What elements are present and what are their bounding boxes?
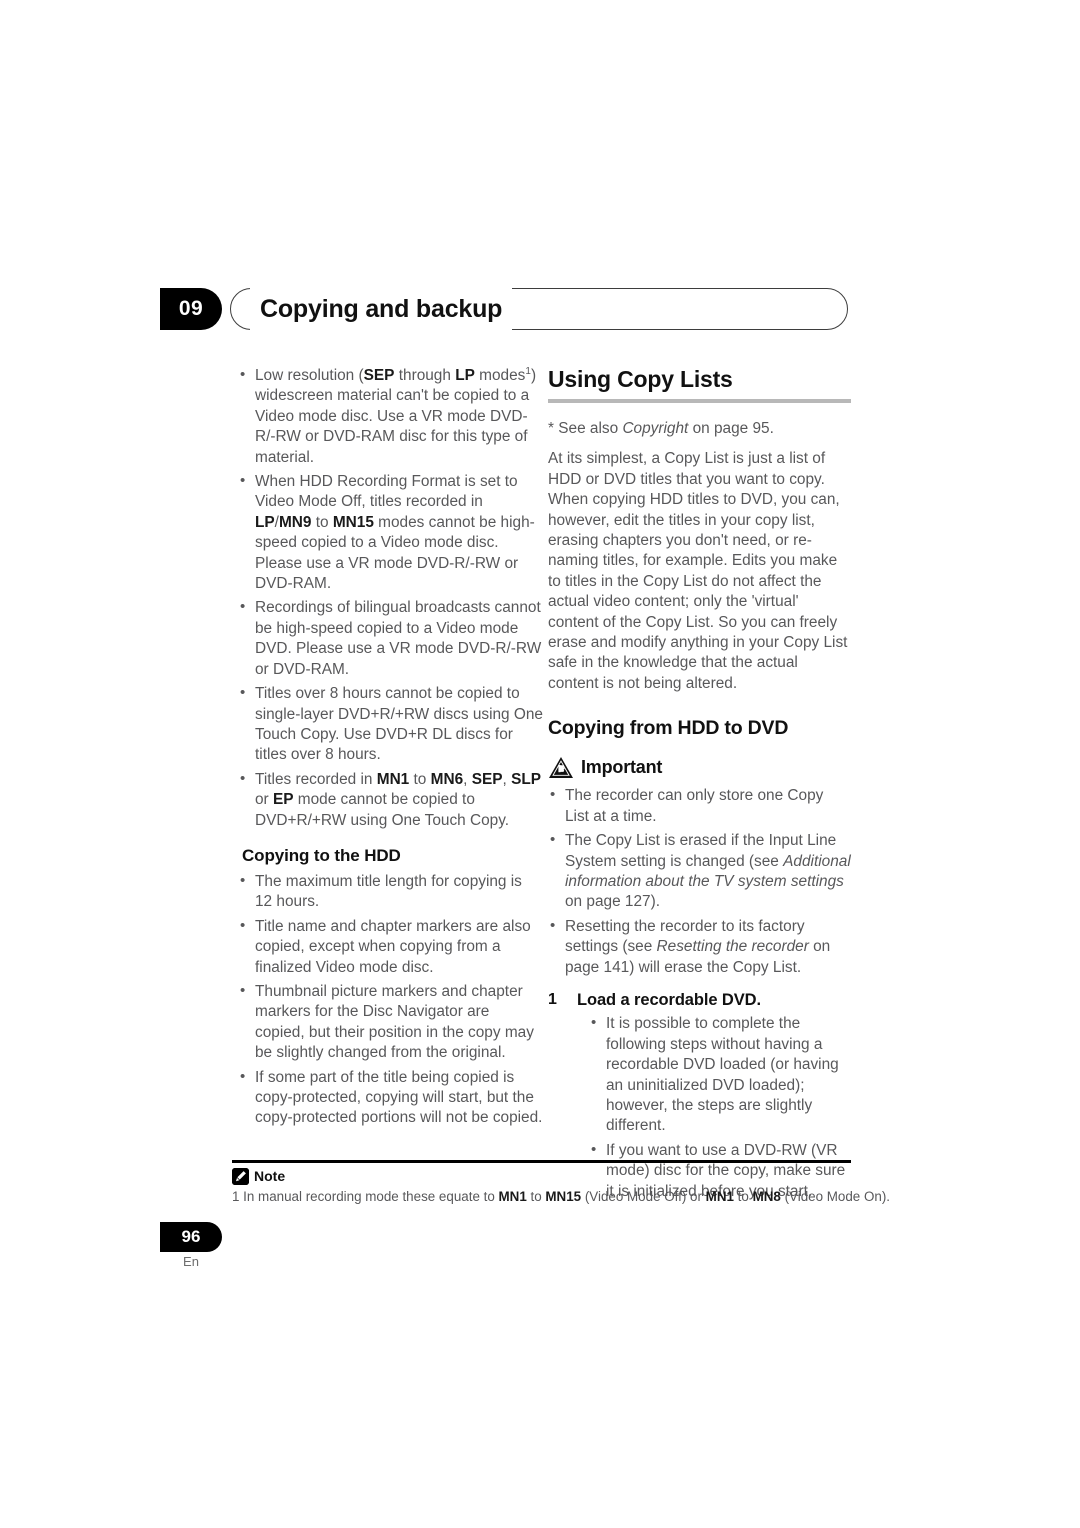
intro-paragraph: At its simplest, a Copy List is just a l… xyxy=(548,450,848,692)
list-item: If some part of the title being copied i… xyxy=(238,1067,543,1129)
list-item: Title name and chapter markers are also … xyxy=(238,916,543,978)
note-separator-rule xyxy=(232,1160,851,1163)
important-label: Important xyxy=(581,757,663,778)
copyright-reference: * See also Copyright on page 95. xyxy=(548,420,774,437)
procedure-step-1: 1 Load a recordable DVD. It is possible … xyxy=(548,990,851,1202)
hdd-bullet-list: The maximum title length for copying is … xyxy=(238,871,543,1129)
list-item: Titles recorded in MN1 to MN6, SEP, SLP … xyxy=(238,769,543,831)
list-item: Low resolution (SEP through LP modes1) w… xyxy=(238,365,543,468)
chapter-header: 09 Copying and backup xyxy=(160,288,850,330)
list-item: Thumbnail picture markers and chapter ma… xyxy=(238,981,543,1064)
pencil-icon xyxy=(232,1167,249,1185)
note-header: Note xyxy=(232,1166,285,1186)
step-bullet-list: It is possible to complete the following… xyxy=(577,1013,851,1202)
page-title: Copying and backup xyxy=(250,288,513,330)
list-item: When HDD Recording Format is set to Vide… xyxy=(238,471,543,594)
right-column: Using Copy Lists * See also Copyright on… xyxy=(548,366,851,1206)
list-item: The recorder can only store one Copy Lis… xyxy=(548,785,851,827)
step-title: Load a recordable DVD. xyxy=(577,990,761,1009)
note-text: 1 In manual recording mode these equate … xyxy=(232,1189,891,1204)
list-item: The Copy List is erased if the Input Lin… xyxy=(548,830,851,913)
note-label: Note xyxy=(254,1168,286,1184)
section-heading-using-copy-lists: Using Copy Lists xyxy=(548,366,733,392)
section-heading-rule xyxy=(548,399,851,403)
list-item: Recordings of bilingual broadcasts canno… xyxy=(238,597,543,680)
manual-page: 09 Copying and backup Low resolution (SE… xyxy=(0,0,1080,1528)
list-item: Resetting the recorder to its factory se… xyxy=(548,916,851,978)
subsection-heading-copying-from-hdd-to-dvd: Copying from HDD to DVD xyxy=(548,717,789,740)
chapter-number-badge: 09 xyxy=(160,288,222,330)
continued-bullet-list: Low resolution (SEP through LP modes1) w… xyxy=(238,365,543,831)
warning-triangle-icon xyxy=(548,756,574,779)
subheading-copying-to-the-hdd: Copying to the HDD xyxy=(242,845,401,865)
list-item: It is possible to complete the following… xyxy=(589,1013,851,1136)
step-number: 1 xyxy=(548,990,557,1008)
language-code: En xyxy=(183,1254,199,1269)
important-bullet-list: The recorder can only store one Copy Lis… xyxy=(548,785,851,978)
list-item: The maximum title length for copying is … xyxy=(238,871,543,913)
left-column: Low resolution (SEP through LP modes1) w… xyxy=(238,365,543,1133)
important-callout-header: Important xyxy=(548,754,851,780)
list-item: Titles over 8 hours cannot be copied to … xyxy=(238,683,543,766)
page-number-badge: 96 xyxy=(160,1222,222,1252)
